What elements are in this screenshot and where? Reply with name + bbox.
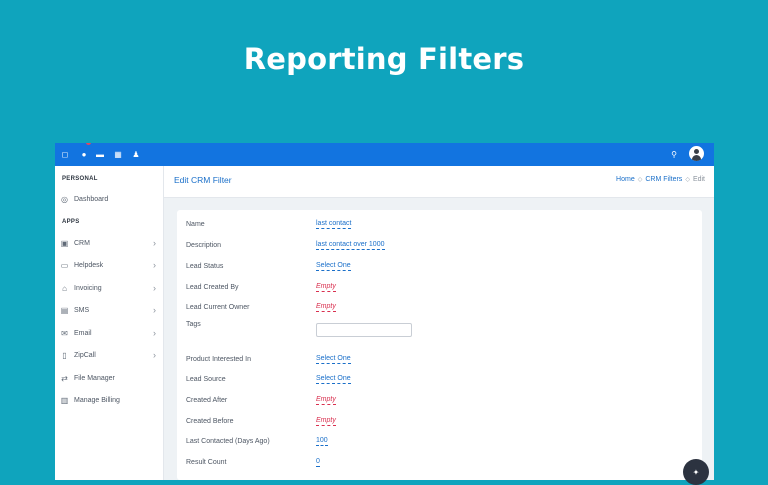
chevron-right-icon: › — [153, 260, 156, 270]
avatar-body — [692, 155, 701, 161]
sidebar-item-label: Manage Billing — [74, 396, 120, 404]
product-interested-select-link[interactable]: Select One — [316, 354, 351, 364]
form-row-lead-status: Lead Status Select One — [186, 259, 686, 273]
form-row-lead-created-by: Lead Created By Empty — [186, 280, 686, 294]
lead-source-select-link[interactable]: Select One — [316, 374, 351, 384]
bank-icon: ⌂ — [62, 283, 67, 293]
notification-badge — [86, 143, 91, 145]
field-label: Created Before — [186, 417, 234, 425]
field-label: Tags — [186, 321, 201, 328]
lead-current-owner-empty-link[interactable]: Empty — [316, 302, 336, 312]
form-row-created-before: Created Before Empty — [186, 414, 686, 428]
notification-icon[interactable]: ● — [77, 143, 91, 166]
sidebar-item-label: Dashboard — [74, 195, 109, 203]
user-icon[interactable]: ♟ — [129, 143, 143, 166]
sidebar-item-label: Invoicing — [74, 284, 102, 292]
breadcrumb-current: Edit — [692, 176, 705, 183]
field-label: Last Contacted (Days Ago) — [186, 437, 270, 445]
chevron-right-icon: › — [153, 328, 156, 338]
apps-grid-icon[interactable]: ▦ — [111, 143, 125, 166]
form-row-lead-current-owner: Lead Current Owner Empty — [186, 300, 686, 314]
chat-icon[interactable]: ▬ — [93, 143, 107, 166]
chevron-right-icon: › — [153, 238, 156, 248]
file-manager-icon: ⇄ — [61, 373, 68, 383]
field-label: Lead Source — [186, 375, 226, 383]
sidebar-section-personal: PERSONAL — [62, 176, 98, 182]
field-label: Result Count — [186, 458, 227, 466]
lead-created-by-empty-link[interactable]: Empty — [316, 282, 336, 292]
sidebar-item-email[interactable]: ✉ Email › — [60, 326, 158, 340]
form-row-last-contacted: Last Contacted (Days Ago) 100 — [186, 434, 686, 448]
avatar-head — [694, 149, 699, 154]
chevron-right-icon: › — [153, 305, 156, 315]
form-row-created-after: Created After Empty — [186, 393, 686, 407]
hero-title: Reporting Filters — [243, 42, 525, 76]
breadcrumb-separator-icon: ◇ — [685, 177, 690, 183]
mail-icon: ✉ — [61, 328, 68, 338]
sidebar-item-dashboard[interactable]: ◎ Dashboard — [60, 192, 158, 206]
sidebar-item-invoicing[interactable]: ⌂ Invoicing › — [60, 281, 158, 295]
description-value-link[interactable]: last contact over 1000 — [316, 240, 385, 250]
field-label: Product Interested In — [186, 355, 251, 363]
form-row-name: Name last contact — [186, 217, 686, 231]
field-label: Name — [186, 220, 205, 228]
chevron-right-icon: › — [153, 283, 156, 293]
sidebar-section-apps: APPS — [62, 219, 80, 225]
top-navbar: ◻ ● ▬ ▦ ♟ ⚲ — [55, 143, 714, 166]
page-title: Edit CRM Filter — [174, 175, 232, 185]
sidebar-item-label: File Manager — [74, 374, 115, 382]
last-contacted-value-link[interactable]: 100 — [316, 436, 328, 446]
name-value-link[interactable]: last contact — [316, 219, 352, 229]
field-label: Description — [186, 241, 222, 249]
message-icon: ▤ — [60, 305, 69, 315]
app-window: ◻ ● ▬ ▦ ♟ ⚲ PERSONAL ◎ Dashboard APPS ▣ … — [55, 143, 714, 480]
sidebar-item-file-manager[interactable]: ⇄ File Manager — [60, 371, 158, 385]
field-label: Created After — [186, 396, 228, 404]
sidebar-item-label: CRM — [74, 239, 90, 247]
chat-bubble-icon: ✦ — [692, 467, 700, 477]
home-icon[interactable]: ◻ — [58, 143, 72, 166]
breadcrumb-separator-icon: ◇ — [637, 177, 643, 183]
crm-icon: ▣ — [60, 238, 69, 248]
sidebar-item-zipcall[interactable]: ▯ ZipCall › — [60, 348, 158, 362]
chat-launcher-button[interactable]: ✦ — [683, 459, 709, 485]
chevron-right-icon: › — [153, 350, 156, 360]
sidebar: PERSONAL ◎ Dashboard APPS ▣ CRM › ▭ Help… — [55, 166, 164, 480]
sidebar-item-label: Helpdesk — [74, 261, 104, 269]
created-after-empty-link[interactable]: Empty — [316, 395, 336, 405]
form-row-lead-source: Lead Source Select One — [186, 372, 686, 386]
field-label: Lead Status — [186, 262, 224, 270]
avatar[interactable] — [689, 146, 704, 161]
sidebar-item-label: Email — [74, 329, 92, 337]
sidebar-item-label: SMS — [74, 306, 90, 314]
phone-icon: ▯ — [62, 350, 67, 360]
dashboard-icon: ◎ — [61, 194, 68, 204]
page-header: Edit CRM Filter Home ◇ CRM Filters ◇ Edi… — [164, 166, 714, 198]
created-before-empty-link[interactable]: Empty — [316, 416, 336, 426]
filter-form-card: Name last contact Description last conta… — [177, 210, 702, 480]
form-row-result-count: Result Count 0 — [186, 455, 686, 469]
field-label: Lead Current Owner — [186, 303, 250, 311]
lead-status-select-link[interactable]: Select One — [316, 261, 351, 271]
result-count-value-link[interactable]: 0 — [316, 457, 320, 467]
form-row-tags: Tags — [186, 321, 686, 343]
field-label: Lead Created By — [186, 283, 239, 291]
breadcrumb: Home ◇ CRM Filters ◇ Edit — [616, 176, 705, 183]
sidebar-item-helpdesk[interactable]: ▭ Helpdesk › — [60, 258, 158, 272]
breadcrumb-crm-filters[interactable]: CRM Filters — [645, 176, 682, 183]
search-icon[interactable]: ⚲ — [667, 143, 681, 166]
sidebar-item-manage-billing[interactable]: ▥ Manage Billing — [60, 393, 158, 407]
form-row-product-interested-in: Product Interested In Select One — [186, 352, 686, 366]
sidebar-item-sms[interactable]: ▤ SMS › — [60, 303, 158, 317]
billing-icon: ▥ — [60, 395, 69, 405]
sidebar-item-crm[interactable]: ▣ CRM › — [60, 236, 158, 250]
tags-input[interactable] — [316, 323, 412, 337]
breadcrumb-home[interactable]: Home — [616, 176, 635, 183]
form-row-description: Description last contact over 1000 — [186, 238, 686, 252]
monitor-icon: ▭ — [60, 260, 69, 270]
sidebar-item-label: ZipCall — [74, 351, 96, 359]
